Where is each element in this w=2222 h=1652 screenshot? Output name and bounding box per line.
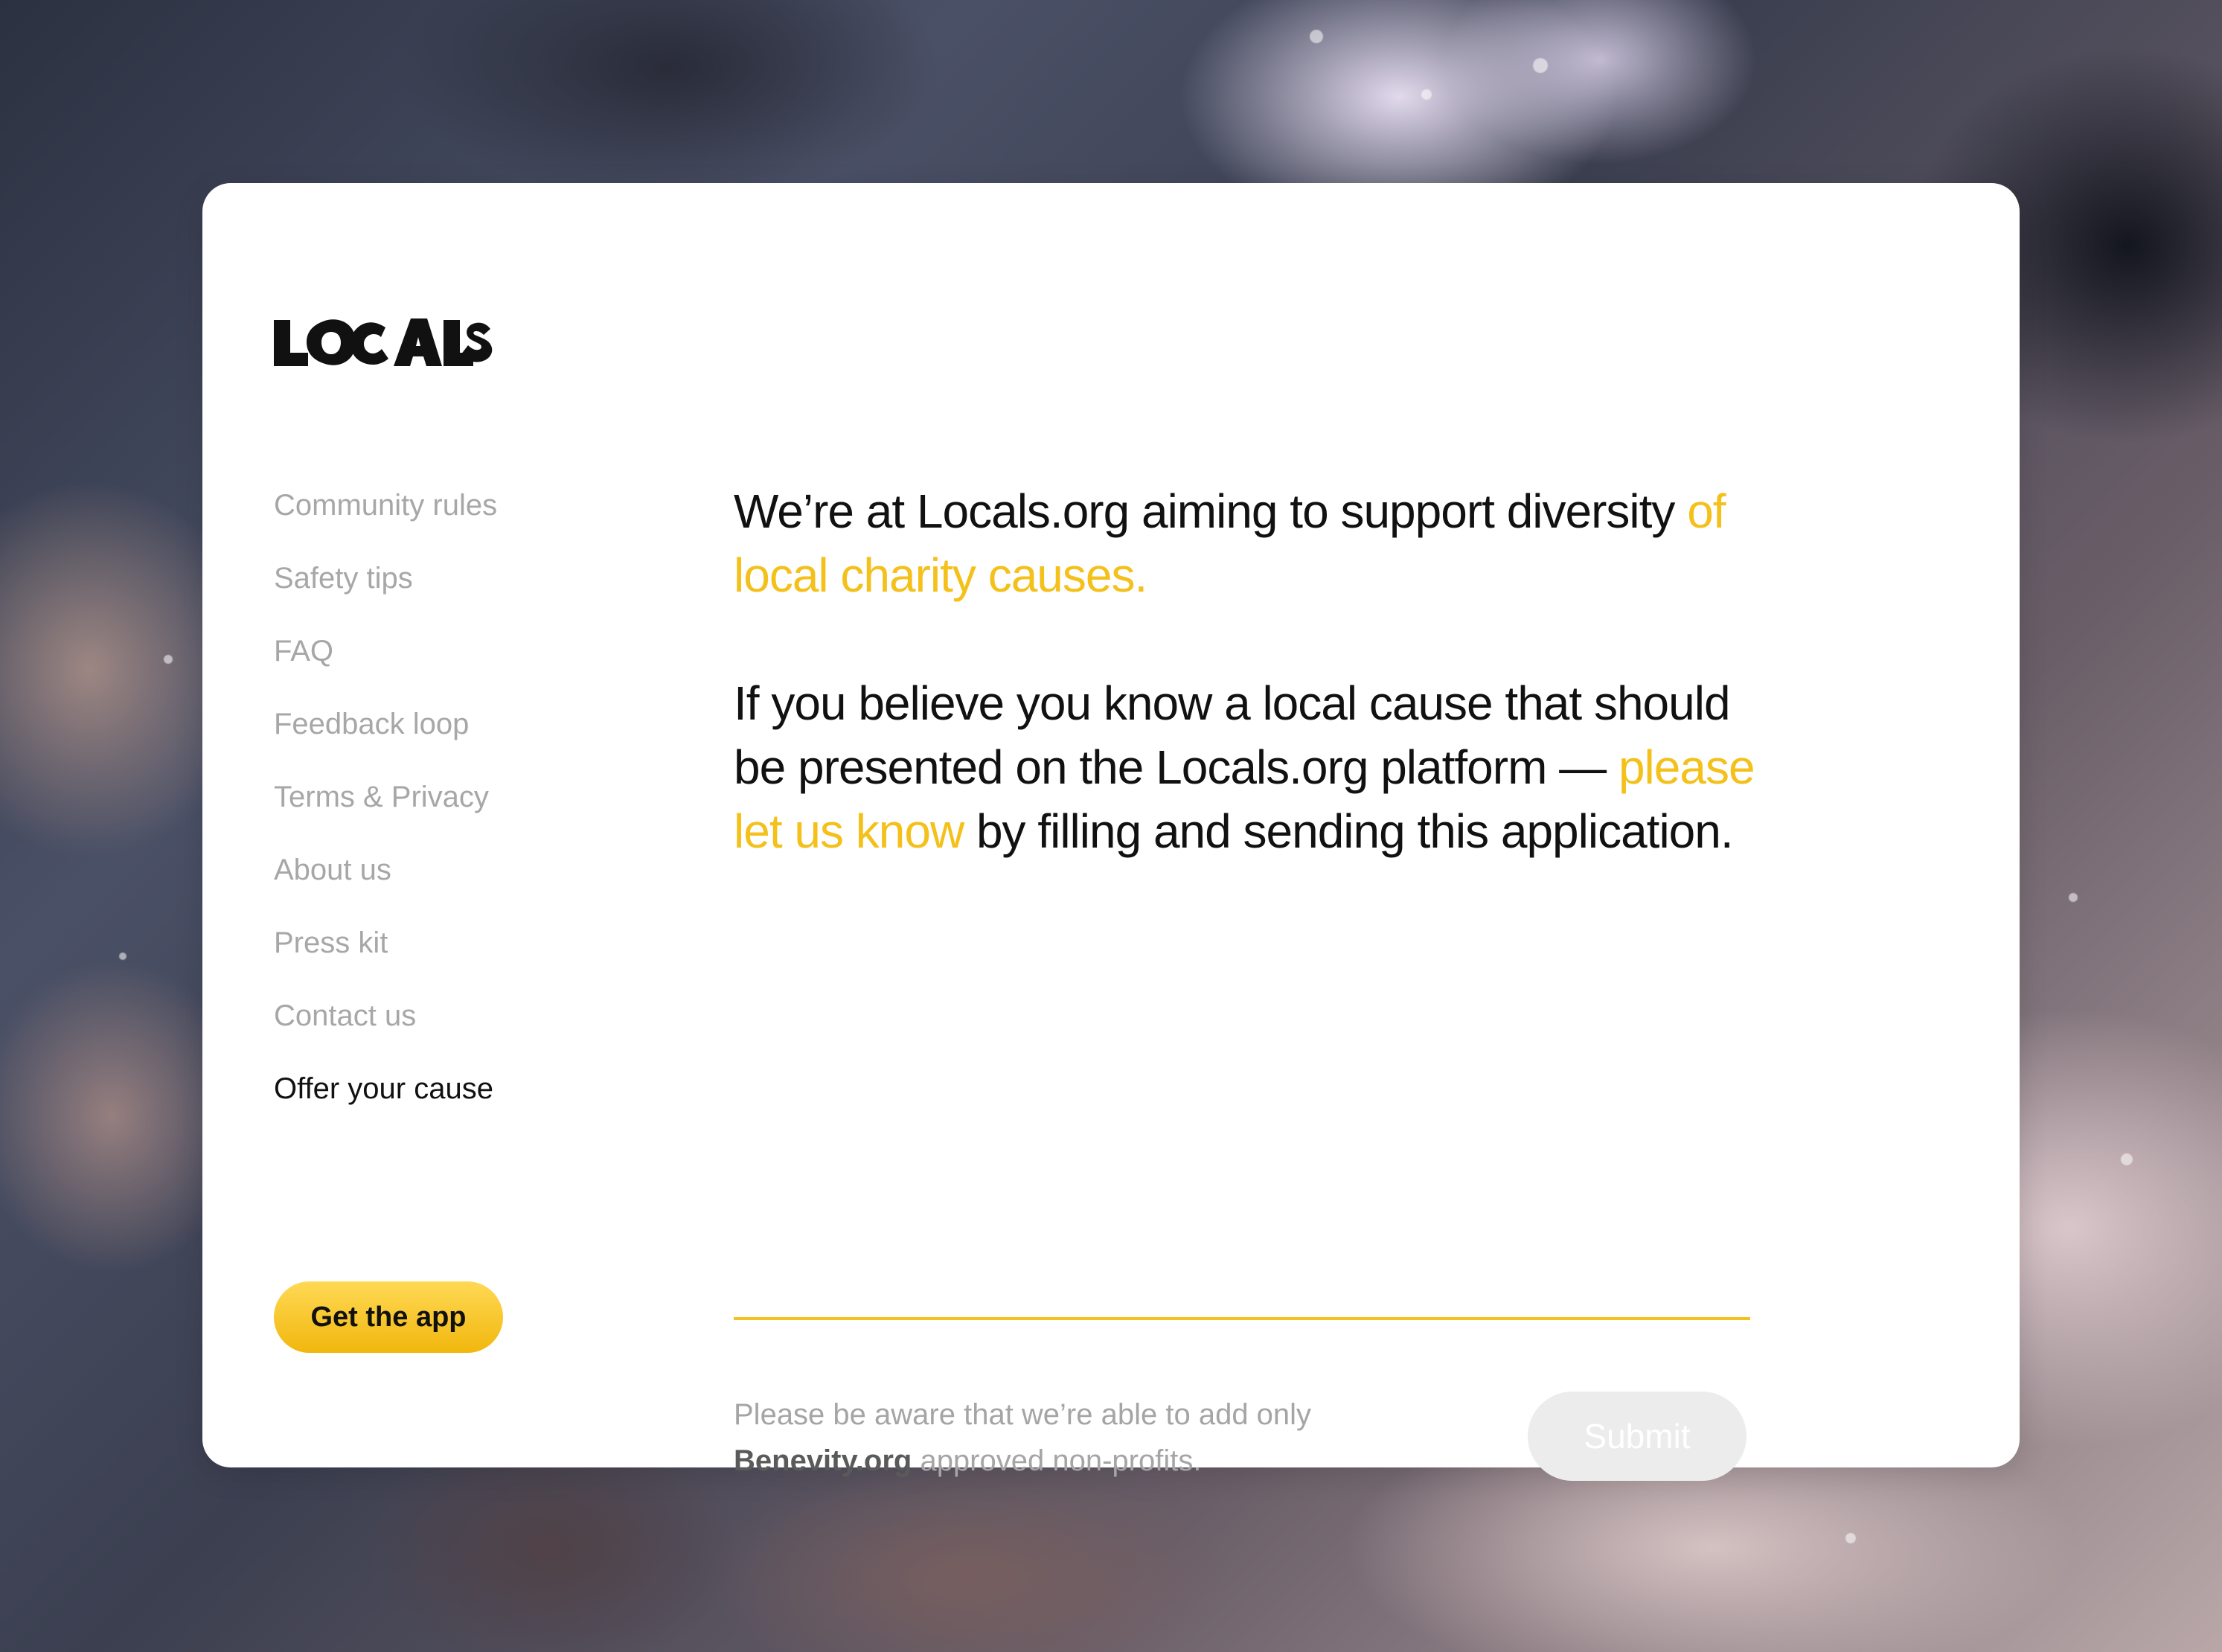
intro-text-2: If you believe you know a local cause th… (734, 676, 1731, 794)
intro-text-1: We’re at Locals.org aiming to support di… (734, 484, 1688, 538)
intro-paragraph-2: If you believe you know a local cause th… (734, 671, 1761, 863)
intro-text-3: by filling and sending this application. (964, 804, 1734, 858)
nav-item-feedback-loop[interactable]: Feedback loop (274, 702, 497, 775)
note-prefix: Please be aware that we’re able to add o… (734, 1398, 1312, 1431)
nav-item-safety-tips[interactable]: Safety tips (274, 557, 497, 630)
water-sparkle (164, 655, 173, 664)
water-sparkle (1533, 58, 1548, 73)
note-suffix: approved non-profits. (912, 1444, 1202, 1477)
nav-item-community-rules[interactable]: Community rules (274, 484, 497, 557)
water-sparkle (119, 953, 127, 960)
water-sparkle (1421, 89, 1432, 100)
locals-wordmark (274, 318, 493, 366)
nav-item-contact-us[interactable]: Contact us (274, 994, 497, 1067)
intro-copy: We’re at Locals.org aiming to support di… (734, 479, 1761, 863)
get-the-app-button[interactable]: Get the app (274, 1281, 503, 1353)
main-card: Community rules Safety tips FAQ Feedback… (202, 183, 2020, 1481)
water-sparkle (2121, 1153, 2133, 1165)
nav-item-offer-your-cause[interactable]: Offer your cause (274, 1067, 497, 1140)
submit-button[interactable]: Submit (1528, 1392, 1746, 1481)
cause-input[interactable] (734, 1231, 1750, 1320)
nav-item-about-us[interactable]: About us (274, 848, 497, 921)
nav-item-press-kit[interactable]: Press kit (274, 921, 497, 994)
sidebar-nav: Community rules Safety tips FAQ Feedback… (274, 484, 497, 1140)
intro-paragraph-1: We’re at Locals.org aiming to support di… (734, 479, 1761, 607)
nav-item-terms-privacy[interactable]: Terms & Privacy (274, 775, 497, 848)
benevity-note: Please be aware that we’re able to add o… (734, 1392, 1403, 1484)
nav-item-faq[interactable]: FAQ (274, 630, 497, 702)
water-sparkle (1310, 30, 1323, 43)
water-sparkle (2069, 893, 2078, 902)
water-sparkle (1845, 1533, 1856, 1543)
locals-logo (274, 316, 494, 369)
note-brand: Benevity.org (734, 1444, 912, 1477)
